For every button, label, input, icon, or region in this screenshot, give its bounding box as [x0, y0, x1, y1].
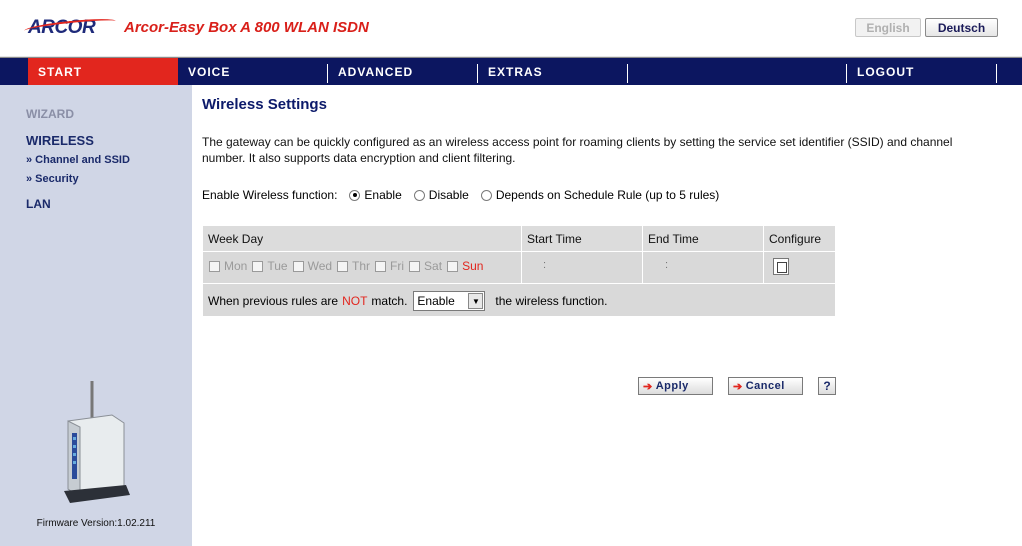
router-device-icon [64, 381, 130, 503]
end-time-input[interactable]: : [665, 259, 705, 275]
checkbox[interactable] [409, 260, 421, 272]
schedule-radio[interactable] [480, 189, 492, 201]
page-title: Wireless Settings [202, 96, 327, 113]
day-label: Wed [307, 259, 333, 273]
header-start-time: Start Time [522, 226, 642, 251]
select-value: Enable [417, 294, 455, 308]
schedule-table: Week Day Start Time End Time Configure M… [203, 226, 835, 316]
header: ARCOR Arcor-Easy Box A 800 WLAN ISDN Eng… [0, 0, 1022, 57]
day-label: Sat [424, 259, 443, 273]
sidebar-item-wireless[interactable]: WIRELESS [26, 133, 94, 148]
checkbox[interactable] [447, 260, 459, 272]
sidebar-item-lan[interactable]: LAN [26, 197, 51, 211]
day-fri[interactable]: Fri [375, 259, 404, 273]
schedule-radio-label: Depends on Schedule Rule (up to 5 rules) [495, 188, 720, 202]
row-separator [203, 251, 835, 252]
enable-wireless-label: Enable Wireless function: [202, 188, 338, 202]
cancel-button[interactable]: ➔ Cancel [728, 377, 803, 395]
chevron-down-icon[interactable]: ▼ [468, 293, 484, 309]
nav-separator [996, 64, 997, 83]
nav-separator [627, 64, 628, 83]
column-separator [642, 226, 643, 283]
day-wed[interactable]: Wed [292, 259, 333, 273]
time-separator: : [543, 259, 547, 271]
nav-extras[interactable]: EXTRAS [478, 58, 628, 85]
nav-voice[interactable]: VOICE [178, 58, 328, 85]
previous-rules-row: When previous rules are NOT match. Enabl… [208, 291, 607, 311]
english-language-button[interactable]: English [855, 18, 921, 37]
main-navigation: START VOICE ADVANCED EXTRAS LOGOUT [0, 57, 1022, 85]
weekday-checkboxes: Mon Tue Wed Thr Fri Sat Sun [209, 259, 488, 273]
header-configure: Configure [764, 226, 835, 251]
start-time-input[interactable]: : [543, 259, 583, 275]
prev-rules-suffix: the wireless function. [495, 294, 608, 308]
day-tue[interactable]: Tue [252, 259, 288, 273]
day-label: Fri [390, 259, 405, 273]
cancel-label: Cancel [745, 380, 785, 392]
prev-rules-not: NOT [342, 294, 368, 308]
disable-radio-label: Disable [428, 188, 469, 202]
time-separator: : [665, 259, 669, 271]
sidebar-item-channel-ssid[interactable]: » Channel and SSID [26, 154, 130, 166]
page-description: The gateway can be quickly configured as… [202, 135, 953, 165]
header-end-time: End Time [643, 226, 763, 251]
firmware-version: Firmware Version:1.02.211 [36, 518, 156, 529]
sidebar: WIZARD WIRELESS » Channel and SSID » Sec… [0, 85, 192, 546]
checkbox[interactable] [337, 260, 349, 272]
enable-wireless-row: Enable Wireless function: Enable Disable… [202, 188, 719, 202]
day-mon[interactable]: Mon [209, 259, 247, 273]
help-button[interactable]: ? [818, 377, 836, 395]
arrow-right-icon: ➔ [643, 380, 653, 393]
enable-radio[interactable] [349, 189, 361, 201]
row-separator [203, 283, 835, 284]
deutsch-language-button[interactable]: Deutsch [925, 18, 998, 37]
sidebar-item-wizard[interactable]: WIZARD [26, 107, 74, 121]
checkbox[interactable] [209, 260, 220, 272]
main-content: Wireless Settings The gateway can be qui… [192, 85, 1022, 546]
day-label: Mon [224, 259, 248, 273]
nav-start[interactable]: START [28, 58, 178, 85]
configure-document-icon[interactable] [773, 258, 789, 275]
prev-rules-text: When previous rules are [208, 294, 339, 308]
day-thr[interactable]: Thr [337, 259, 370, 273]
checkbox[interactable] [292, 260, 304, 272]
checkbox[interactable] [252, 260, 264, 272]
product-name: Arcor-Easy Box A 800 WLAN ISDN [124, 19, 369, 36]
column-separator [521, 226, 522, 283]
day-sat[interactable]: Sat [409, 259, 442, 273]
column-separator [763, 226, 764, 283]
checkbox[interactable] [375, 260, 387, 272]
nav-logout[interactable]: LOGOUT [847, 58, 997, 85]
apply-label: Apply [655, 380, 689, 392]
day-label: Sun [462, 259, 484, 273]
arcor-logo: ARCOR [23, 16, 117, 39]
nav-advanced[interactable]: ADVANCED [328, 58, 478, 85]
arrow-right-icon: ➔ [733, 380, 743, 393]
disable-radio[interactable] [413, 189, 425, 201]
sidebar-item-security[interactable]: » Security [26, 173, 79, 185]
day-label: Thr [352, 259, 371, 273]
previous-rules-select[interactable]: Enable ▼ [413, 291, 486, 311]
header-week-day: Week Day [203, 226, 521, 251]
day-sun[interactable]: Sun [447, 259, 483, 273]
prev-rules-match: match. [371, 294, 408, 308]
day-label: Tue [267, 259, 288, 273]
apply-button[interactable]: ➔ Apply [638, 377, 713, 395]
enable-radio-label: Enable [364, 188, 402, 202]
